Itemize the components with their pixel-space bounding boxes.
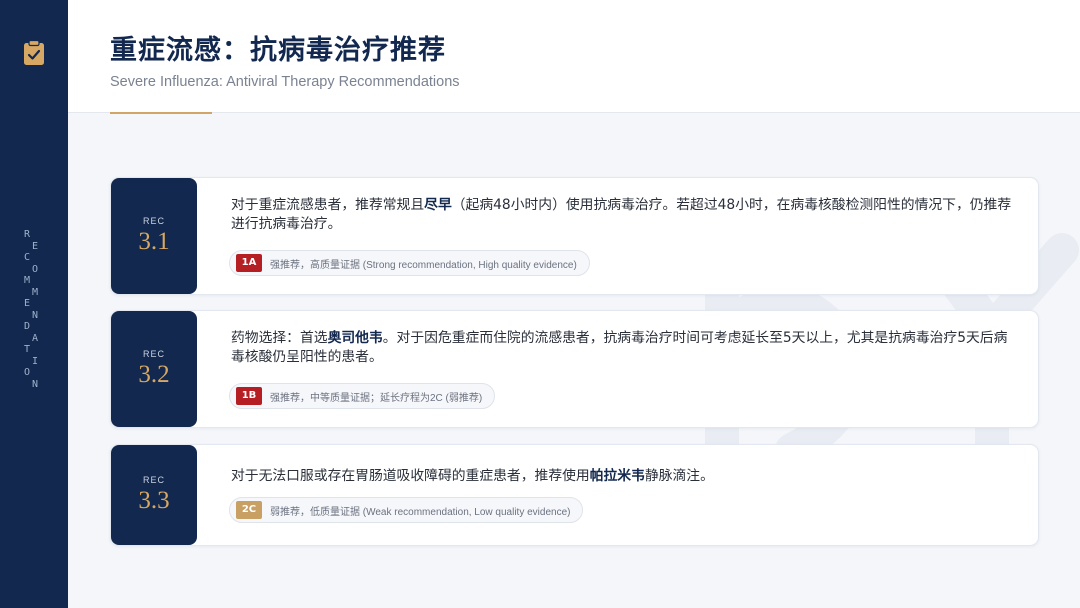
rec-highlight: 尽早 [424, 197, 452, 213]
rec-label: REC [142, 216, 165, 226]
sidebar: R E C O M M E N D A T I O N [0, 0, 68, 608]
grade-description: 弱推荐，低质量证据 (Weak recommendation, Low qual… [270, 506, 571, 518]
clipboard-check-icon [24, 40, 44, 65]
page-subtitle: Severe Influenza: Antiviral Therapy Reco… [110, 74, 460, 90]
grade-badge: 1B [236, 387, 262, 405]
grade-badge: 1A [236, 254, 262, 272]
title-accent-line [110, 112, 212, 114]
grade-badge: 2C [236, 501, 262, 519]
grade-description: 强推荐，中等质量证据；延长疗程为2C (弱推荐) [270, 392, 483, 404]
rec-badge: REC 3.1 [111, 178, 197, 294]
grade-description: 强推荐，高质量证据 (Strong recommendation, High q… [270, 259, 577, 271]
rec-number: 3.3 [138, 487, 170, 514]
rec-text: 药物选择：首选奥司他韦。对于因危重症而住院的流感患者，抗病毒治疗时间可考虑延长至… [231, 330, 1008, 365]
rec-text: 对于重症流感患者，推荐常规且尽早（起病48小时内）使用抗病毒治疗。若超过48小时… [231, 197, 1012, 232]
rec-badge: REC 3.3 [111, 445, 197, 545]
header: 重症流感：抗病毒治疗推荐 Severe Influenza: Antiviral… [68, 0, 1080, 113]
rec-number: 3.2 [138, 361, 170, 388]
rec-text: 对于无法口服或存在胃肠道吸收障碍的重症患者，推荐使用帕拉米韦静脉滴注。 [231, 468, 714, 484]
recommendation-card: REC 3.1 对于重症流感患者，推荐常规且尽早（起病48小时内）使用抗病毒治疗… [110, 177, 1039, 295]
rec-highlight: 奥司他韦 [327, 330, 383, 346]
rec-highlight: 帕拉米韦 [589, 468, 645, 484]
page-title: 重症流感：抗病毒治疗推荐 [110, 35, 446, 66]
rec-number: 3.1 [138, 228, 170, 255]
evidence-pill: 2C 弱推荐，低质量证据 (Weak recommendation, Low q… [229, 497, 584, 523]
evidence-pill: 1A 强推荐，高质量证据 (Strong recommendation, Hig… [229, 250, 590, 276]
vertical-recommendation-label: R E C O M M E N D A T I O N [24, 229, 39, 390]
recommendation-card: REC 3.3 对于无法口服或存在胃肠道吸收障碍的重症患者，推荐使用帕拉米韦静脉… [110, 444, 1039, 546]
recommendation-card: REC 3.2 药物选择：首选奥司他韦。对于因危重症而住院的流感患者，抗病毒治疗… [110, 310, 1039, 428]
rec-label: REC [142, 349, 165, 359]
rec-label: REC [142, 475, 165, 485]
rec-badge: REC 3.2 [111, 311, 197, 427]
evidence-pill: 1B 强推荐，中等质量证据；延长疗程为2C (弱推荐) [229, 383, 496, 409]
